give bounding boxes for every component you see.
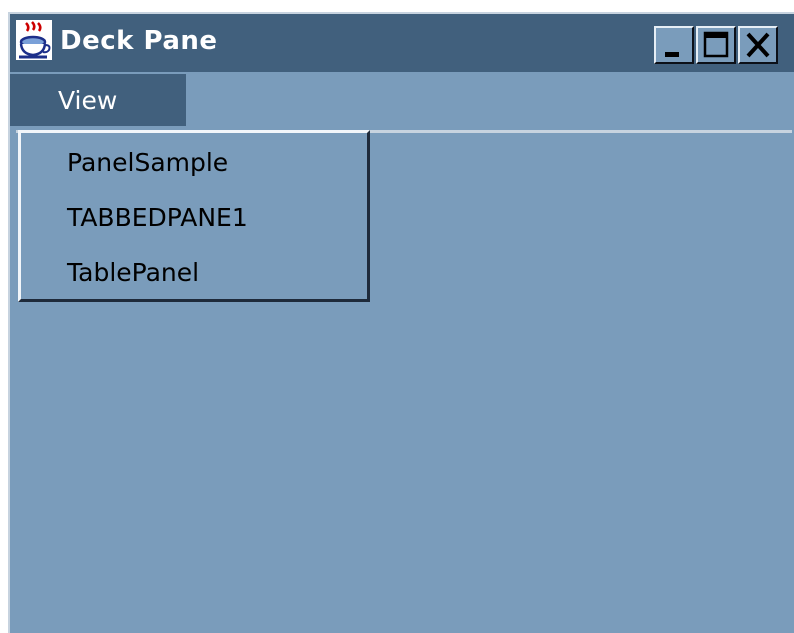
minimize-button[interactable] bbox=[654, 26, 694, 64]
menu-view-label: View bbox=[58, 86, 118, 115]
close-button[interactable] bbox=[738, 26, 778, 64]
close-icon bbox=[746, 32, 770, 58]
menu-item-tablepanel[interactable]: TablePanel bbox=[67, 257, 199, 289]
menu-view[interactable]: View bbox=[10, 74, 186, 126]
title-bar[interactable]: Deck Pane bbox=[10, 14, 794, 72]
menu-item-tabbedpane1[interactable]: TABBEDPANE1 bbox=[67, 202, 248, 234]
java-cup-icon[interactable] bbox=[16, 20, 52, 60]
maximize-icon bbox=[703, 31, 729, 58]
view-menu-popup: PanelSample TABBEDPANE1 TablePanel bbox=[18, 130, 370, 302]
menu-item-panelsample[interactable]: PanelSample bbox=[67, 147, 228, 179]
maximize-button[interactable] bbox=[696, 26, 736, 64]
minimize-icon bbox=[665, 52, 679, 57]
window-title: Deck Pane bbox=[60, 26, 218, 56]
app-window: Deck Pane View bbox=[8, 12, 794, 633]
menu-bar: View bbox=[10, 72, 794, 130]
